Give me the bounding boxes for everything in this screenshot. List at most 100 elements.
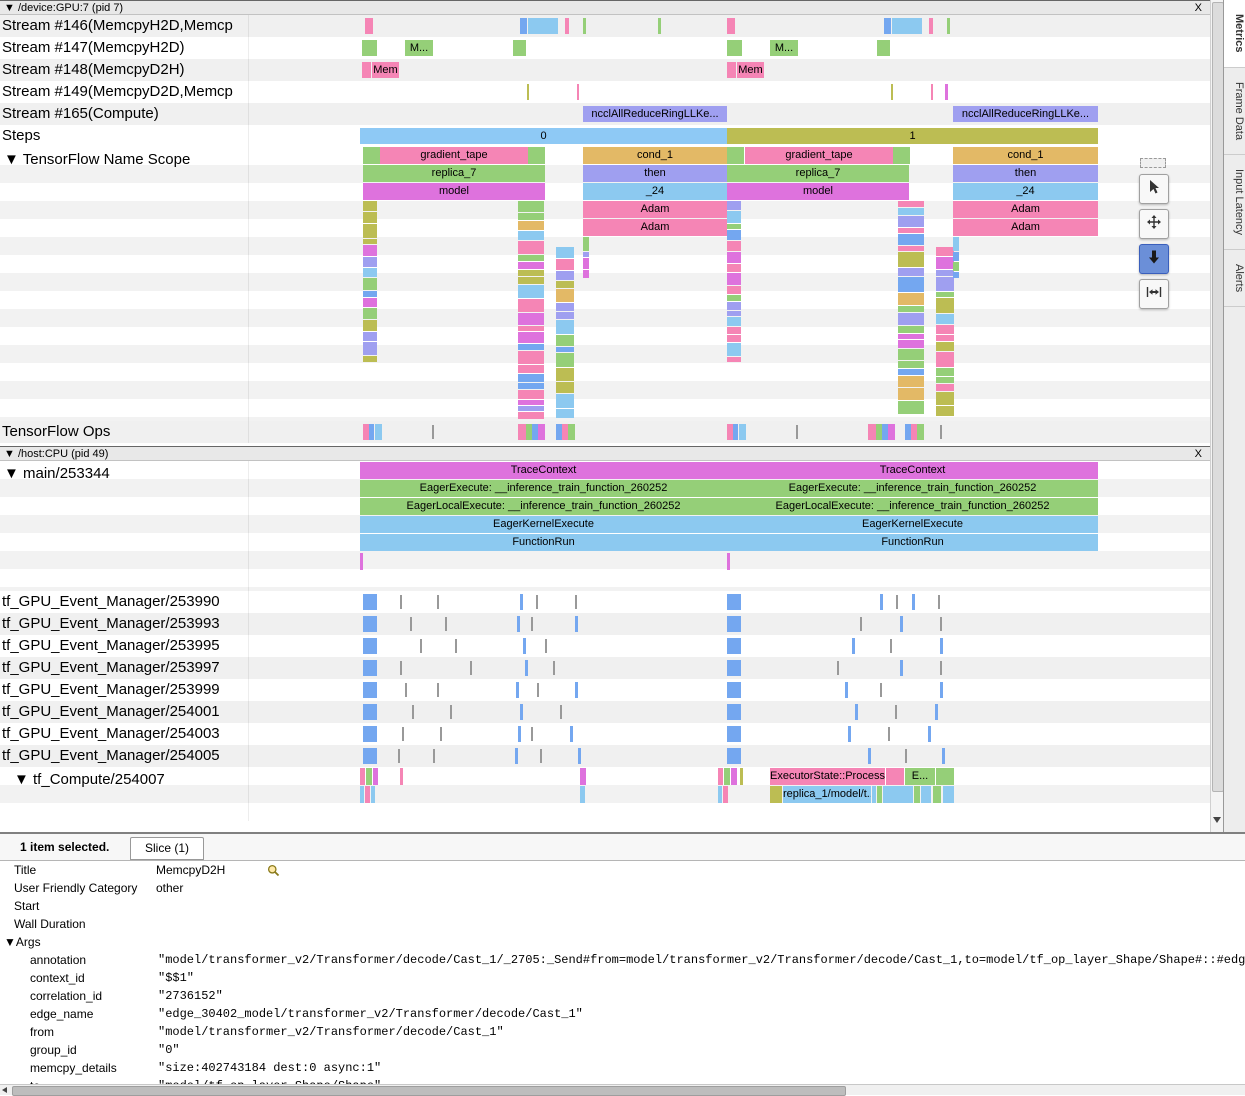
trace-slice[interactable] xyxy=(733,424,738,440)
trace-slice[interactable] xyxy=(363,257,377,267)
trace-slice[interactable] xyxy=(575,682,578,698)
trace-slice[interactable] xyxy=(935,704,938,720)
trace-slice[interactable] xyxy=(898,401,924,414)
trace-slice[interactable] xyxy=(518,374,544,382)
close-process-button[interactable]: X xyxy=(1195,1,1202,16)
trace-slice[interactable] xyxy=(953,237,959,251)
trace-slice[interactable] xyxy=(884,18,891,34)
trace-tick[interactable] xyxy=(905,749,907,763)
trace-slice[interactable] xyxy=(556,347,574,352)
slice-gradient-tape[interactable]: gradient_tape xyxy=(745,147,893,164)
slice-gradient-tape[interactable]: gradient_tape xyxy=(380,147,528,164)
trace-tick[interactable] xyxy=(450,705,452,719)
trace-slice[interactable] xyxy=(940,638,943,654)
trace-slice[interactable] xyxy=(900,660,903,676)
trace-slice[interactable] xyxy=(518,313,544,325)
trace-tick[interactable] xyxy=(545,639,547,653)
trace-slice[interactable] xyxy=(525,660,528,676)
trace-slice[interactable] xyxy=(556,289,574,302)
trace-slice[interactable] xyxy=(518,332,544,343)
trace-slice[interactable] xyxy=(727,638,741,654)
trace-slice[interactable] xyxy=(936,325,954,334)
trace-slice[interactable] xyxy=(518,400,544,405)
slice-model[interactable]: model xyxy=(727,183,909,200)
trace-tick[interactable] xyxy=(553,661,555,675)
slice-cond-1[interactable]: cond_1 xyxy=(953,147,1098,164)
process-header-label[interactable]: ▼ /device:GPU:7 (pid 7) xyxy=(4,2,123,14)
trace-tick[interactable] xyxy=(432,425,434,439)
trace-slice[interactable] xyxy=(727,295,741,301)
trace-slice[interactable] xyxy=(556,353,574,367)
trace-slice[interactable] xyxy=(369,424,374,440)
timing-tool[interactable] xyxy=(1139,279,1169,309)
trace-slice[interactable] xyxy=(936,247,954,256)
selection-tool[interactable] xyxy=(1139,174,1169,204)
trace-tick[interactable] xyxy=(890,639,892,653)
slice-adam[interactable]: Adam xyxy=(953,201,1098,218)
slice-model[interactable]: model xyxy=(363,183,545,200)
trace-slice[interactable] xyxy=(366,768,372,785)
trace-slice[interactable] xyxy=(570,726,573,742)
trace-slice[interactable] xyxy=(727,18,735,34)
trace-slice[interactable] xyxy=(727,317,741,326)
trace-slice[interactable] xyxy=(527,84,529,100)
trace-slice[interactable] xyxy=(363,245,377,256)
slice-adam[interactable]: Adam xyxy=(583,201,727,218)
trace-slice[interactable] xyxy=(362,40,377,56)
trace-slice[interactable] xyxy=(363,239,377,244)
trace-slice[interactable] xyxy=(583,237,589,251)
trace-slice[interactable] xyxy=(520,704,523,720)
trace-slice[interactable] xyxy=(898,277,924,292)
trace-slice[interactable] xyxy=(727,553,730,570)
slice-m[interactable]: M... xyxy=(770,40,798,56)
trace-slice[interactable] xyxy=(518,241,544,254)
slice-functionrun[interactable]: FunctionRun xyxy=(360,534,727,551)
trace-slice[interactable] xyxy=(565,18,569,34)
trace-slice[interactable] xyxy=(891,84,893,100)
trace-slice[interactable] xyxy=(556,394,574,408)
trace-slice[interactable] xyxy=(727,311,741,316)
trace-slice[interactable] xyxy=(578,748,581,764)
trace-slice[interactable] xyxy=(363,704,377,720)
trace-slice[interactable] xyxy=(515,748,518,764)
trace-slice[interactable] xyxy=(868,748,871,764)
trace-slice[interactable] xyxy=(373,768,378,785)
trace-slice[interactable] xyxy=(727,357,741,362)
trace-slice[interactable] xyxy=(518,201,544,212)
trace-slice[interactable] xyxy=(953,262,959,271)
trace-slice[interactable] xyxy=(520,18,527,34)
trace-slice[interactable] xyxy=(363,212,377,223)
trace-slice[interactable] xyxy=(363,291,377,297)
trace-timeline[interactable]: ▼ /device:GPU:7 (pid 7)XStream #146(Memc… xyxy=(0,0,1210,832)
trace-slice[interactable] xyxy=(898,388,924,400)
trace-slice[interactable] xyxy=(855,704,858,720)
track-label[interactable]: ▼ tf_Compute/254007 xyxy=(14,771,165,788)
trace-slice[interactable] xyxy=(727,264,741,272)
tab-slice[interactable]: Slice (1) xyxy=(130,837,204,860)
trace-slice[interactable] xyxy=(360,553,363,570)
magnifier-icon[interactable] xyxy=(267,864,280,877)
slice-cond-1[interactable]: cond_1 xyxy=(583,147,727,164)
trace-tick[interactable] xyxy=(880,683,882,697)
trace-slice[interactable] xyxy=(363,616,377,632)
trace-slice[interactable] xyxy=(868,424,876,440)
trace-slice[interactable] xyxy=(556,312,574,319)
trace-slice[interactable] xyxy=(936,342,954,351)
trace-slice[interactable] xyxy=(518,299,544,312)
track-label[interactable]: ▼ TensorFlow Name Scope xyxy=(4,151,190,168)
trace-slice[interactable] xyxy=(727,704,741,720)
trace-slice[interactable] xyxy=(518,221,544,230)
trace-tick[interactable] xyxy=(895,705,897,719)
trace-slice[interactable] xyxy=(898,234,924,245)
side-tab-alerts[interactable]: Alerts xyxy=(1224,250,1245,307)
trace-slice[interactable] xyxy=(898,349,924,360)
trace-slice[interactable] xyxy=(724,768,730,785)
trace-slice[interactable] xyxy=(892,18,922,34)
trace-slice[interactable] xyxy=(727,286,741,294)
slice-0[interactable]: 0 xyxy=(360,128,727,144)
slice-then[interactable]: then xyxy=(953,165,1098,182)
trace-slice[interactable] xyxy=(877,786,882,803)
trace-slice[interactable] xyxy=(898,369,924,375)
trace-slice[interactable] xyxy=(739,424,746,440)
collapse-arrow-icon[interactable]: ▼ xyxy=(4,935,16,949)
